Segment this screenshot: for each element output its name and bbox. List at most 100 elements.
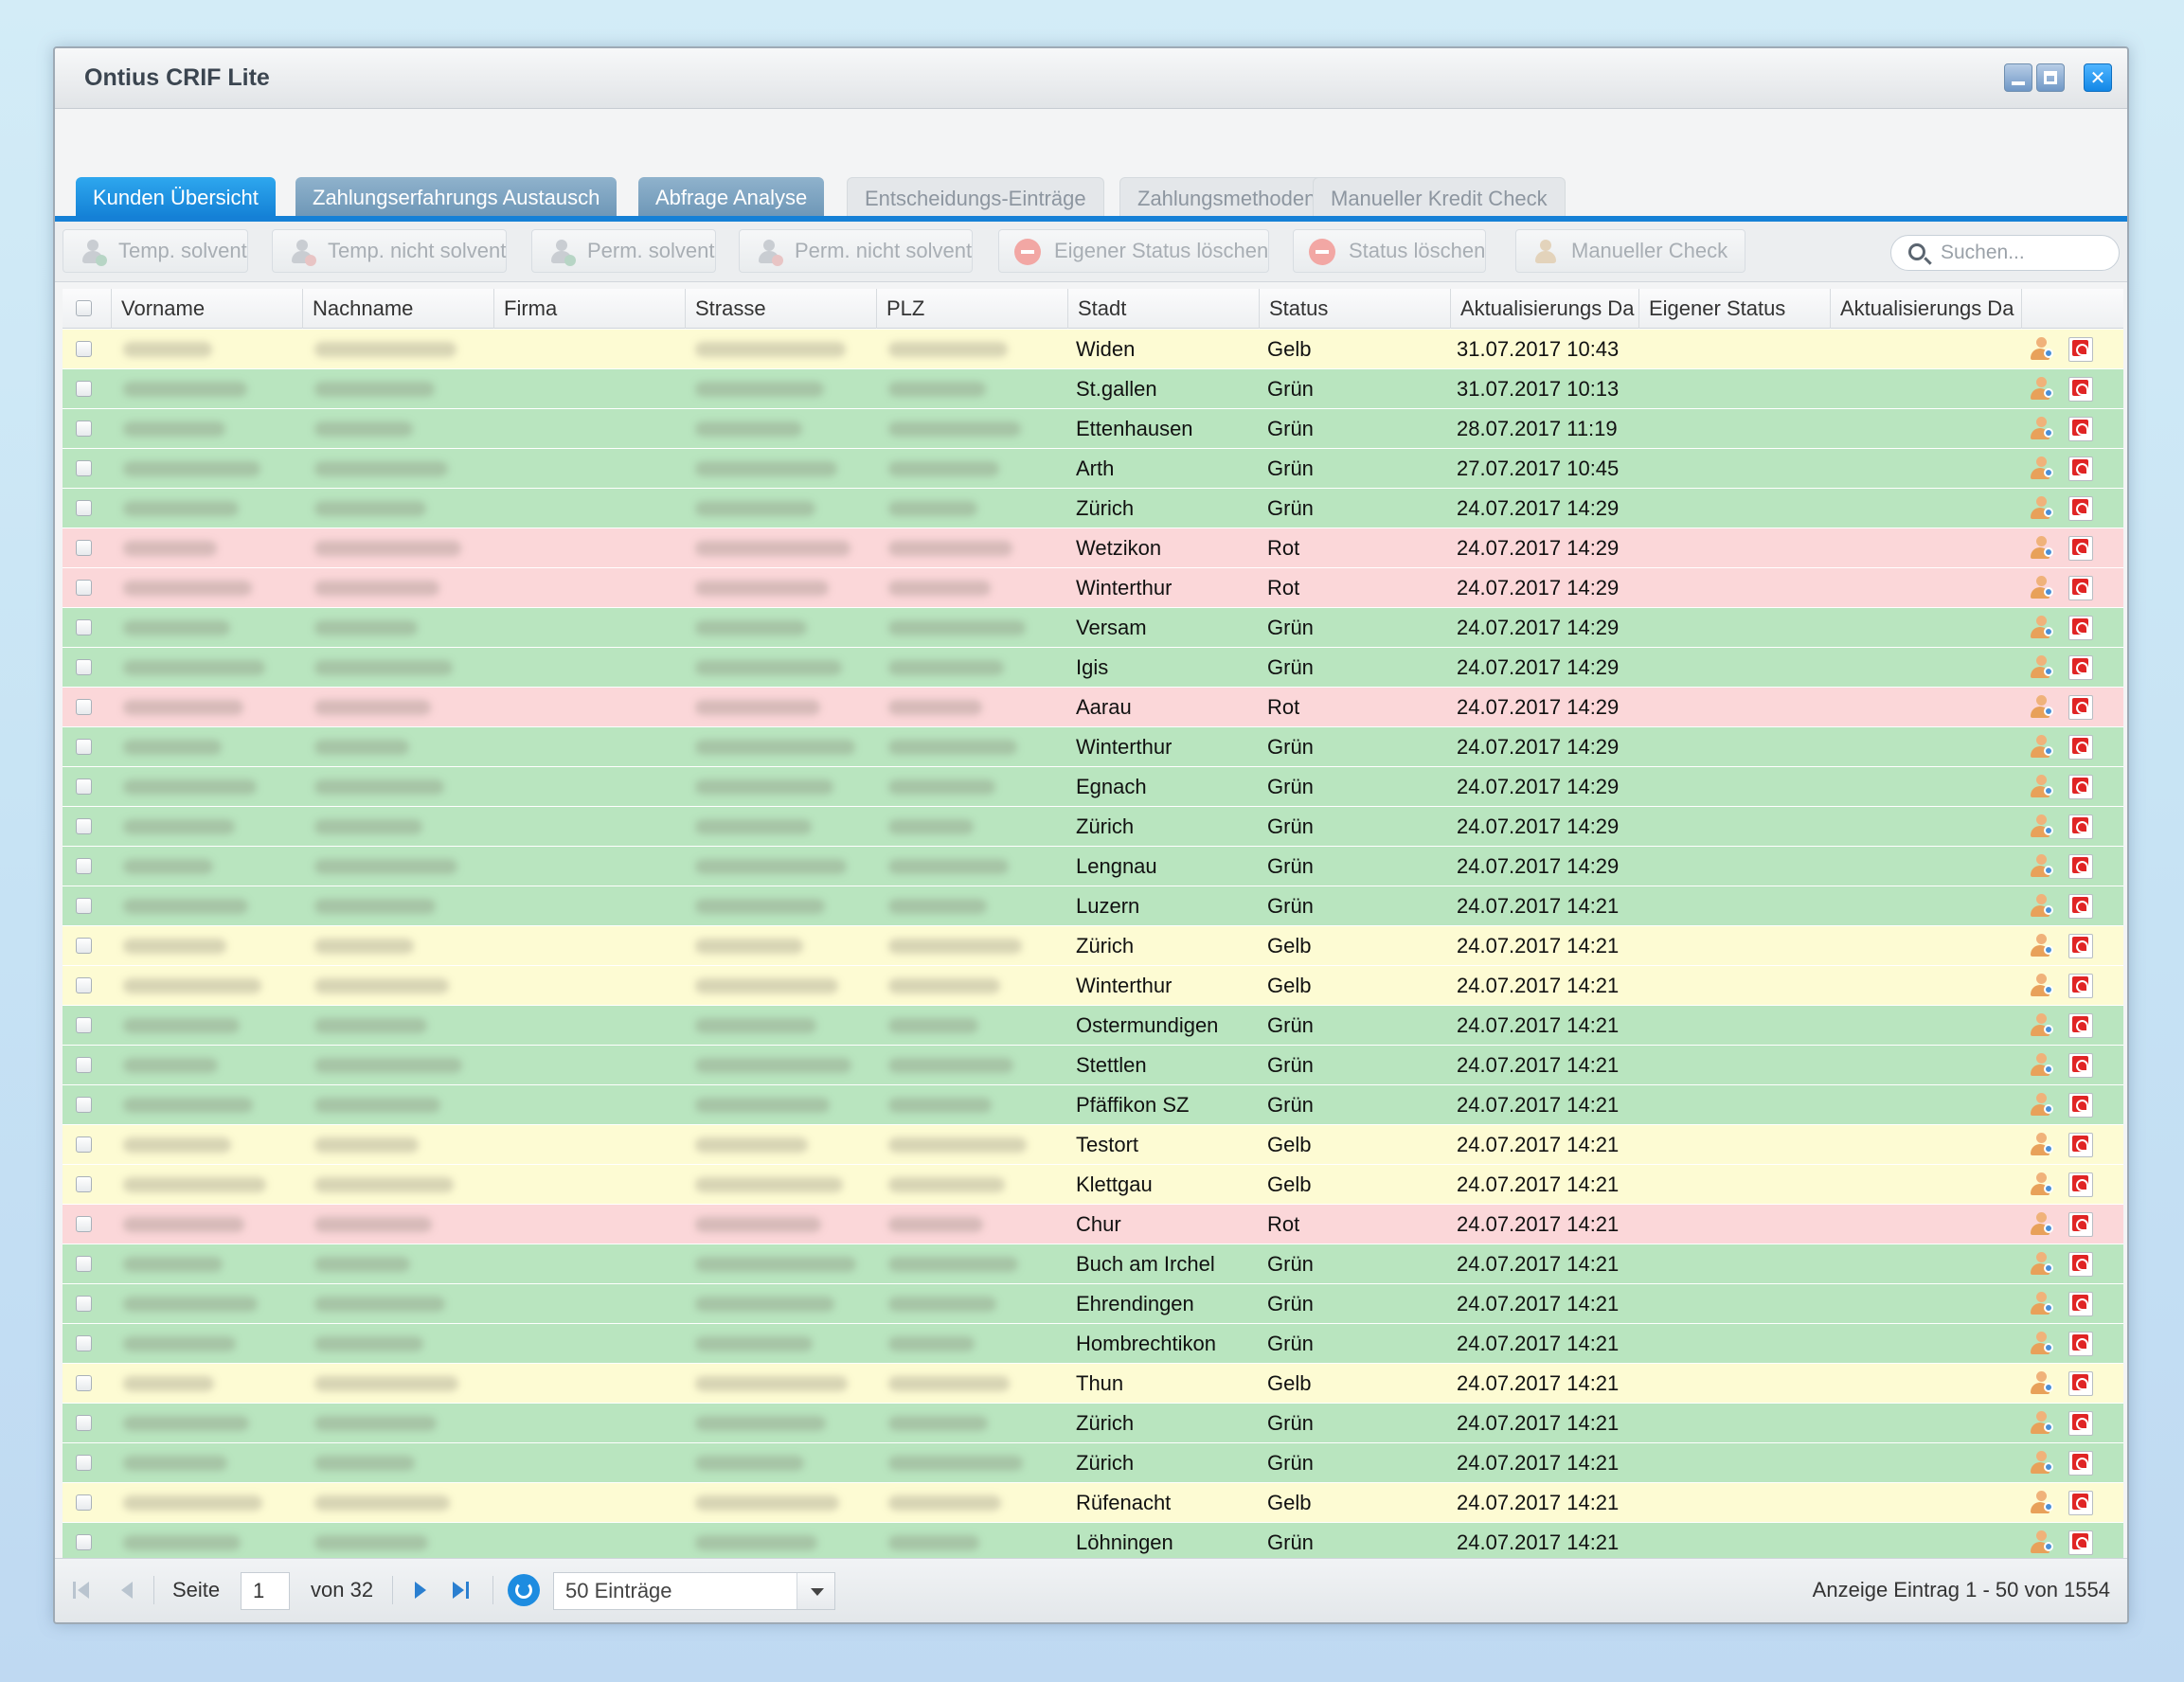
pdf-icon[interactable] — [2068, 974, 2093, 998]
manueller-check-button[interactable]: Manueller Check — [1515, 229, 1746, 273]
user-detail-icon[interactable] — [2029, 775, 2053, 799]
pdf-icon[interactable] — [2068, 1053, 2093, 1078]
minimize-button[interactable] — [2004, 63, 2032, 92]
pdf-icon[interactable] — [2068, 775, 2093, 799]
row-checkbox[interactable] — [76, 1176, 92, 1192]
row-checkbox[interactable] — [76, 1415, 92, 1431]
user-detail-icon[interactable] — [2029, 1451, 2053, 1476]
row-checkbox[interactable] — [76, 1216, 92, 1232]
tab-zahlungsmethoden[interactable]: Zahlungsmethoden — [1119, 177, 1334, 217]
user-detail-icon[interactable] — [2029, 417, 2053, 441]
table-row[interactable]: Löhningen Grün 24.07.2017 14:21 — [63, 1523, 2123, 1563]
column-header-eigener-aktualisierungs-datum[interactable]: Aktualisierungs Da — [1831, 289, 2022, 329]
table-row[interactable]: Stettlen Grün 24.07.2017 14:21 — [63, 1046, 2123, 1085]
table-row[interactable]: Lengnau Grün 24.07.2017 14:29 — [63, 847, 2123, 886]
user-detail-icon[interactable] — [2029, 934, 2053, 958]
user-detail-icon[interactable] — [2029, 1172, 2053, 1197]
tab-zahlungserfahrungs-austausch[interactable]: Zahlungserfahrungs Austausch — [295, 177, 618, 217]
table-row[interactable]: Aarau Rot 24.07.2017 14:29 — [63, 688, 2123, 727]
pdf-icon[interactable] — [2068, 934, 2093, 958]
row-checkbox[interactable] — [76, 739, 92, 755]
column-header-stadt[interactable]: Stadt — [1068, 289, 1260, 329]
user-detail-icon[interactable] — [2029, 735, 2053, 760]
table-row[interactable]: Zürich Grün 24.07.2017 14:29 — [63, 807, 2123, 847]
table-row[interactable]: Winterthur Grün 24.07.2017 14:29 — [63, 727, 2123, 767]
pdf-icon[interactable] — [2068, 1451, 2093, 1476]
row-checkbox[interactable] — [76, 938, 92, 954]
table-row[interactable]: Ostermundigen Grün 24.07.2017 14:21 — [63, 1006, 2123, 1046]
column-header-eigener-status[interactable]: Eigener Status — [1639, 289, 1831, 329]
table-row[interactable]: Ehrendingen Grün 24.07.2017 14:21 — [63, 1284, 2123, 1324]
user-detail-icon[interactable] — [2029, 814, 2053, 839]
table-row[interactable]: Igis Grün 24.07.2017 14:29 — [63, 648, 2123, 688]
user-detail-icon[interactable] — [2029, 1292, 2053, 1316]
pdf-icon[interactable] — [2068, 1133, 2093, 1157]
pdf-icon[interactable] — [2068, 1530, 2093, 1555]
table-row[interactable]: Versam Grün 24.07.2017 14:29 — [63, 608, 2123, 648]
user-detail-icon[interactable] — [2029, 695, 2053, 720]
user-detail-icon[interactable] — [2029, 1133, 2053, 1157]
row-checkbox[interactable] — [76, 540, 92, 556]
table-row[interactable]: Rüfenacht Gelb 24.07.2017 14:21 — [63, 1483, 2123, 1523]
row-checkbox[interactable] — [76, 1375, 92, 1391]
column-header-firma[interactable]: Firma — [494, 289, 686, 329]
pdf-icon[interactable] — [2068, 337, 2093, 362]
user-detail-icon[interactable] — [2029, 536, 2053, 561]
pdf-icon[interactable] — [2068, 1332, 2093, 1356]
table-row[interactable]: Hombrechtikon Grün 24.07.2017 14:21 — [63, 1324, 2123, 1364]
user-detail-icon[interactable] — [2029, 974, 2053, 998]
pdf-icon[interactable] — [2068, 1491, 2093, 1515]
column-header-status[interactable]: Status — [1260, 289, 1451, 329]
temp-nicht-solvent-button[interactable]: Temp. nicht solvent — [272, 229, 508, 273]
perm-solvent-button[interactable]: Perm. solvent — [531, 229, 716, 273]
eigener-status-loeschen-button[interactable]: Eigener Status löschen — [998, 229, 1270, 273]
pdf-icon[interactable] — [2068, 1292, 2093, 1316]
row-checkbox[interactable] — [76, 858, 92, 874]
user-detail-icon[interactable] — [2029, 576, 2053, 600]
pdf-icon[interactable] — [2068, 695, 2093, 720]
close-button[interactable]: ✕ — [2084, 63, 2112, 92]
row-checkbox[interactable] — [76, 1296, 92, 1312]
table-row[interactable]: Zürich Grün 24.07.2017 14:29 — [63, 489, 2123, 528]
page-size-select[interactable]: 50 Einträge — [553, 1572, 835, 1610]
table-row[interactable]: Egnach Grün 24.07.2017 14:29 — [63, 767, 2123, 807]
status-loeschen-button[interactable]: Status löschen — [1293, 229, 1487, 273]
row-checkbox[interactable] — [76, 500, 92, 516]
last-page-button[interactable] — [445, 1574, 477, 1606]
tab-entscheidungs-eintraege[interactable]: Entscheidungs-Einträge — [847, 177, 1104, 217]
table-row[interactable]: Wetzikon Rot 24.07.2017 14:29 — [63, 528, 2123, 568]
pdf-icon[interactable] — [2068, 1212, 2093, 1237]
table-row[interactable]: Testort Gelb 24.07.2017 14:21 — [63, 1125, 2123, 1165]
user-detail-icon[interactable] — [2029, 1371, 2053, 1396]
table-row[interactable]: Klettgau Gelb 24.07.2017 14:21 — [63, 1165, 2123, 1205]
table-row[interactable]: Zürich Gelb 24.07.2017 14:21 — [63, 926, 2123, 966]
user-detail-icon[interactable] — [2029, 1411, 2053, 1436]
pdf-icon[interactable] — [2068, 616, 2093, 640]
row-checkbox[interactable] — [76, 460, 92, 476]
maximize-button[interactable] — [2036, 63, 2065, 92]
user-detail-icon[interactable] — [2029, 377, 2053, 402]
table-row[interactable]: Zürich Grün 24.07.2017 14:21 — [63, 1443, 2123, 1483]
row-checkbox[interactable] — [76, 659, 92, 675]
row-checkbox[interactable] — [76, 1057, 92, 1073]
row-checkbox[interactable] — [76, 381, 92, 397]
pdf-icon[interactable] — [2068, 1411, 2093, 1436]
refresh-icon[interactable] — [508, 1574, 540, 1606]
pdf-icon[interactable] — [2068, 814, 2093, 839]
pdf-icon[interactable] — [2068, 456, 2093, 481]
user-detail-icon[interactable] — [2029, 854, 2053, 879]
pdf-icon[interactable] — [2068, 735, 2093, 760]
user-detail-icon[interactable] — [2029, 1093, 2053, 1118]
table-row[interactable]: Widen Gelb 31.07.2017 10:43 — [63, 330, 2123, 369]
column-header-nachname[interactable]: Nachname — [303, 289, 494, 329]
row-checkbox[interactable] — [76, 420, 92, 437]
tab-abfrage-analyse[interactable]: Abfrage Analyse — [638, 177, 825, 217]
user-detail-icon[interactable] — [2029, 1053, 2053, 1078]
user-detail-icon[interactable] — [2029, 1491, 2053, 1515]
column-header-vorname[interactable]: Vorname — [112, 289, 303, 329]
row-checkbox[interactable] — [76, 1455, 92, 1471]
table-row[interactable]: Luzern Grün 24.07.2017 14:21 — [63, 886, 2123, 926]
user-detail-icon[interactable] — [2029, 1013, 2053, 1038]
chevron-down-icon[interactable] — [797, 1573, 834, 1609]
user-detail-icon[interactable] — [2029, 456, 2053, 481]
